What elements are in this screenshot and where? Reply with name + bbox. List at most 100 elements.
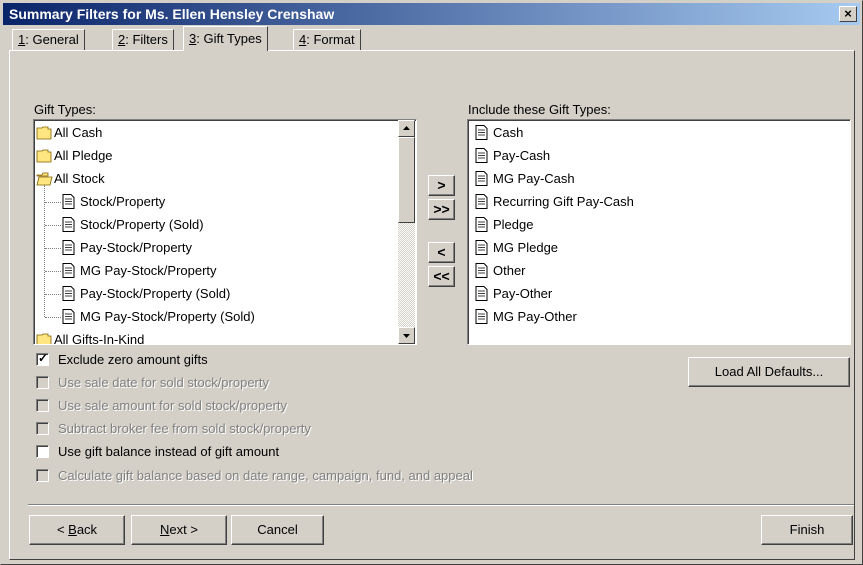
- option-checkbox-row: Subtract broker fee from sold stock/prop…: [36, 418, 311, 440]
- scroll-thumb[interactable]: [398, 137, 415, 223]
- tab-format[interactable]: 4: Format: [293, 29, 361, 50]
- load-all-defaults-button[interactable]: Load All Defaults...: [688, 357, 850, 387]
- tree-leaf-item[interactable]: Stock/Property (Sold): [62, 213, 204, 236]
- tree-item-label: Pay-Stock/Property: [80, 240, 192, 255]
- document-icon: [62, 194, 80, 209]
- window-title: Summary Filters for Ms. Ellen Hensley Cr…: [9, 6, 335, 22]
- gift-types-scrollbar[interactable]: [398, 120, 415, 344]
- include-list-item[interactable]: Recurring Gift Pay-Cash: [475, 190, 634, 213]
- include-gift-types-label: Include these Gift Types:: [468, 102, 611, 117]
- tree-folder-item[interactable]: All Gifts-In-Kind: [36, 328, 145, 345]
- document-icon: [62, 263, 80, 278]
- add-button[interactable]: >: [428, 175, 455, 196]
- arrow-up-icon: [403, 126, 410, 130]
- option-checkbox[interactable]: [36, 445, 49, 459]
- close-button[interactable]: ×: [839, 6, 857, 22]
- open-folder-icon: [36, 172, 54, 186]
- tree-leaf-item[interactable]: Pay-Stock/Property: [62, 236, 192, 259]
- tree-item-label: MG Pay-Stock/Property: [80, 263, 217, 278]
- tree-folder-item[interactable]: All Pledge: [36, 144, 113, 167]
- document-icon: [475, 148, 493, 163]
- include-item-label: MG Pay-Other: [493, 309, 577, 324]
- option-checkbox-row: Use sale date for sold stock/property: [36, 371, 269, 393]
- include-list-item[interactable]: Other: [475, 259, 526, 282]
- option-checkbox[interactable]: ✓: [36, 350, 49, 366]
- tree-folder-item[interactable]: All Cash: [36, 121, 102, 144]
- include-item-label: MG Pay-Cash: [493, 171, 575, 186]
- document-icon: [475, 263, 493, 278]
- summary-filters-dialog: Summary Filters for Ms. Ellen Hensley Cr…: [0, 0, 863, 565]
- include-list-item[interactable]: Pay-Other: [475, 282, 552, 305]
- back-button[interactable]: < Back: [29, 515, 125, 545]
- option-checkbox-row: Calculate gift balance based on date ran…: [36, 464, 473, 486]
- checkmark-icon: ✓: [38, 350, 49, 365]
- include-item-label: Other: [493, 263, 526, 278]
- scroll-down-button[interactable]: [398, 327, 415, 344]
- option-label: Use gift balance instead of gift amount: [58, 444, 280, 460]
- tree-branch-line: [45, 271, 61, 272]
- option-label: Use sale amount for sold stock/property: [58, 397, 288, 413]
- include-item-label: Pledge: [493, 217, 534, 232]
- tree-folder-item[interactable]: All Stock: [36, 167, 105, 190]
- tree-item-label: All Pledge: [54, 148, 113, 163]
- tab-filters[interactable]: 2: Filters: [112, 29, 174, 50]
- option-label: Calculate gift balance based on date ran…: [58, 467, 473, 483]
- document-icon: [62, 240, 80, 255]
- option-label: Subtract broker fee from sold stock/prop…: [58, 421, 311, 437]
- tree-leaf-item[interactable]: Pay-Stock/Property (Sold): [62, 282, 230, 305]
- tree-leaf-item[interactable]: Stock/Property: [62, 190, 165, 213]
- remove-button[interactable]: <: [428, 242, 455, 263]
- tree-item-label: Stock/Property (Sold): [80, 217, 204, 232]
- tree-item-label: Pay-Stock/Property (Sold): [80, 286, 231, 301]
- option-checkbox: [36, 398, 49, 412]
- cancel-button[interactable]: Cancel: [231, 515, 324, 545]
- include-list-item[interactable]: Cash: [475, 121, 523, 144]
- document-icon: [62, 217, 80, 232]
- tree-leaf-item[interactable]: MG Pay-Stock/Property: [62, 259, 217, 282]
- option-label: Exclude zero amount gifts: [58, 351, 208, 367]
- option-checkbox-row[interactable]: ✓ Exclude zero amount gifts: [36, 348, 208, 370]
- document-icon: [475, 194, 493, 209]
- option-checkbox: [36, 375, 49, 389]
- finish-button[interactable]: Finish: [761, 515, 853, 545]
- remove-all-button[interactable]: <<: [428, 266, 455, 287]
- tree-branch-line: [45, 317, 61, 318]
- tree-item-label: All Stock: [54, 171, 105, 186]
- document-icon: [475, 286, 493, 301]
- tree-branch-line: [45, 225, 61, 226]
- include-item-label: Recurring Gift Pay-Cash: [493, 194, 634, 209]
- next-button[interactable]: Next >: [131, 515, 227, 545]
- tab-gift-types[interactable]: 3: Gift Types: [183, 26, 268, 51]
- option-checkbox-row[interactable]: Use gift balance instead of gift amount: [36, 441, 279, 463]
- include-list-item[interactable]: Pledge: [475, 213, 533, 236]
- add-all-button[interactable]: >>: [428, 199, 455, 220]
- option-label: Use sale date for sold stock/property: [58, 374, 269, 390]
- include-gift-types-list[interactable]: Cash Pay-Cash MG Pay-Cash Recurring Gift Pa…: [467, 119, 851, 345]
- document-icon: [475, 125, 493, 140]
- folder-icon: [36, 126, 54, 140]
- document-icon: [475, 309, 493, 324]
- footer-separator: [28, 504, 854, 506]
- document-icon: [475, 217, 493, 232]
- scroll-up-button[interactable]: [398, 120, 415, 137]
- option-checkbox: [36, 422, 49, 436]
- include-list-item[interactable]: MG Pledge: [475, 236, 558, 259]
- include-list-item[interactable]: MG Pay-Cash: [475, 167, 575, 190]
- tree-item-label: All Gifts-In-Kind: [54, 332, 145, 345]
- option-checkbox: [36, 468, 49, 482]
- tree-item-label: Stock/Property: [80, 194, 166, 209]
- include-item-label: MG Pledge: [493, 240, 559, 255]
- option-checkbox-row: Use sale amount for sold stock/property: [36, 394, 287, 416]
- tab-general[interactable]: 1: General: [12, 29, 85, 50]
- include-list-item[interactable]: Pay-Cash: [475, 144, 550, 167]
- tree-branch-line: [45, 294, 61, 295]
- document-icon: [62, 309, 80, 324]
- tree-item-label: MG Pay-Stock/Property (Sold): [80, 309, 255, 324]
- title-bar[interactable]: Summary Filters for Ms. Ellen Hensley Cr…: [3, 3, 860, 25]
- gift-types-list[interactable]: All Cash All Pledge All Stock Stock/Propert…: [33, 119, 417, 345]
- gift-types-label: Gift Types:: [34, 102, 96, 117]
- tree-leaf-item[interactable]: MG Pay-Stock/Property (Sold): [62, 305, 255, 328]
- include-list-item[interactable]: MG Pay-Other: [475, 305, 577, 328]
- document-icon: [475, 171, 493, 186]
- folder-icon: [36, 149, 54, 163]
